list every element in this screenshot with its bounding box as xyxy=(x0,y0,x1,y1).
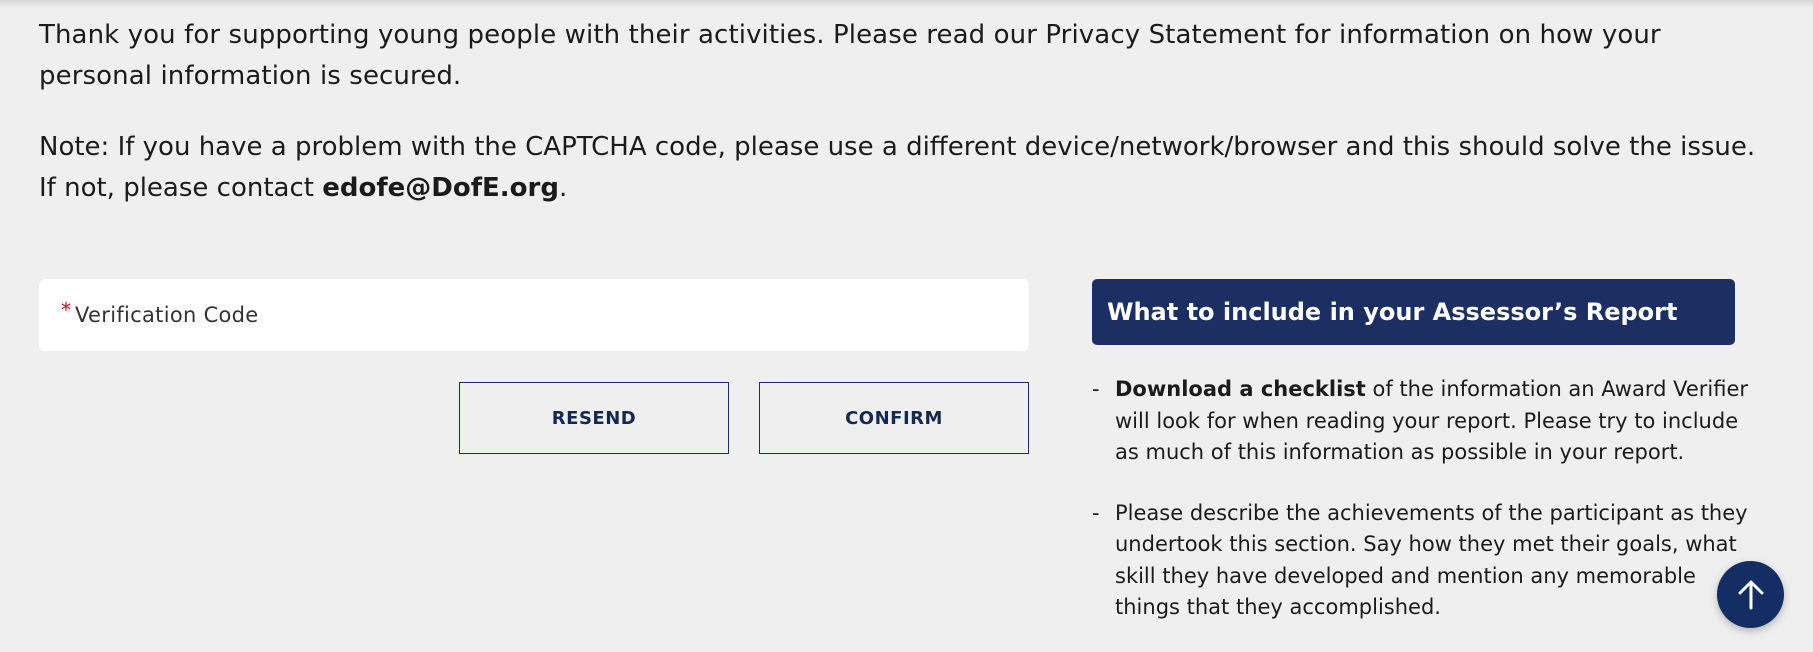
contact-email-link[interactable]: edofe@DofE.org xyxy=(322,173,559,203)
scroll-to-top-button[interactable] xyxy=(1717,561,1784,628)
arrow-up-icon xyxy=(1738,580,1763,609)
required-marker: * xyxy=(61,298,71,322)
resend-button[interactable]: RESEND xyxy=(459,382,729,454)
assessor-report-panel-title: What to include in your Assessor’s Repor… xyxy=(1092,279,1735,345)
list-bullet: - xyxy=(1092,500,1100,525)
top-shadow xyxy=(0,0,1813,8)
list-item-text: Please describe the achievements of the … xyxy=(1115,500,1748,620)
captcha-note: Note: If you have a problem with the CAP… xyxy=(39,127,1779,209)
list-bullet: - xyxy=(1092,377,1100,401)
confirm-button[interactable]: CONFIRM xyxy=(759,382,1029,454)
assessor-report-list: - Download a checklist of the information… xyxy=(1092,374,1752,652)
page: Thank you for supporting young people wi… xyxy=(0,0,1813,652)
intro-text: Thank you for supporting young people wi… xyxy=(39,20,1661,91)
note-end: . xyxy=(558,173,568,203)
note-text: Note: If you have a problem with the CAP… xyxy=(39,132,1756,203)
verification-code-placeholder: Verification Code xyxy=(75,303,259,327)
verification-code-field[interactable]: * Verification Code xyxy=(39,279,1029,351)
list-item: - Please describe the achievements of the… xyxy=(1092,498,1752,624)
download-checklist-link[interactable]: Download a checklist xyxy=(1115,377,1366,401)
list-item: - Download a checklist of the information… xyxy=(1092,374,1752,469)
